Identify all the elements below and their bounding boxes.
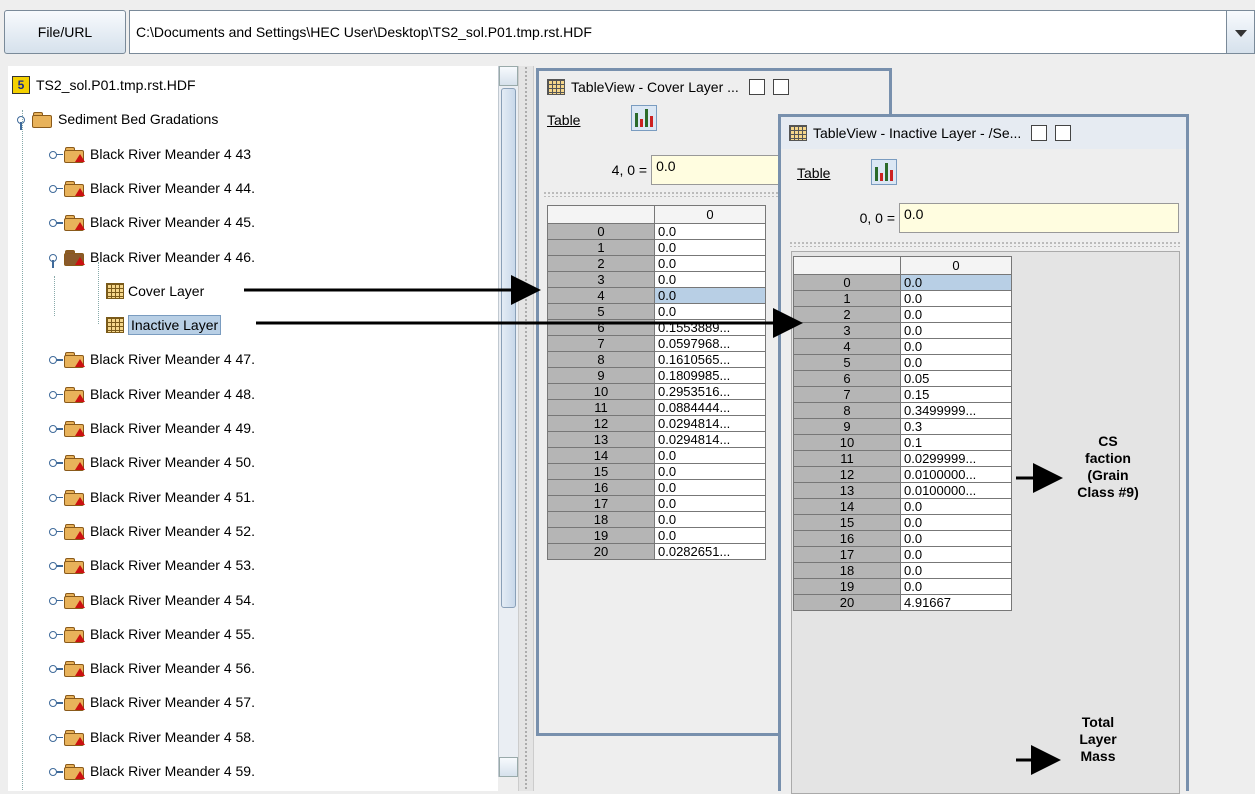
annotation-arrows <box>244 275 1063 775</box>
